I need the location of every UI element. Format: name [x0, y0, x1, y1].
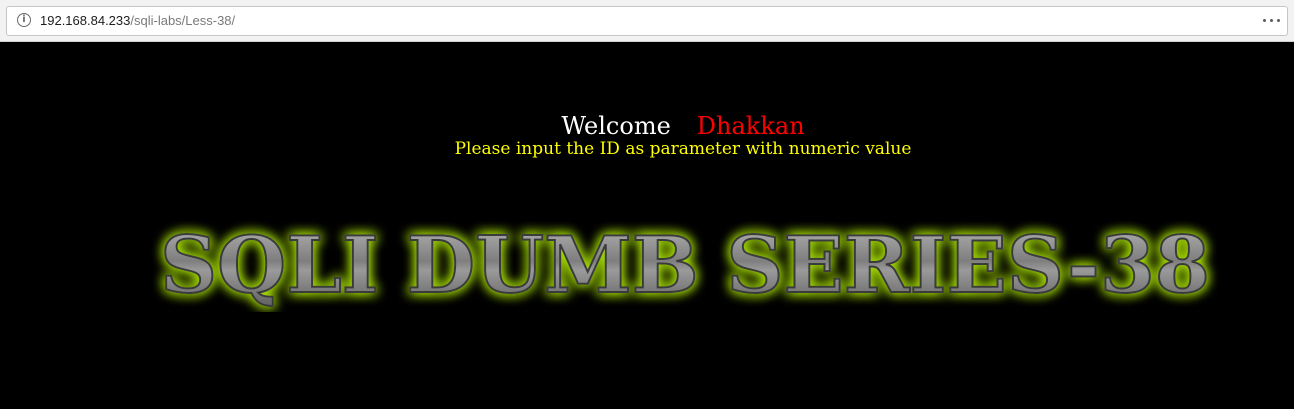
banner-title: SQLI DUMB SERIES-38 [160, 220, 1210, 311]
instruction-text: Please input the ID as parameter with nu… [454, 139, 912, 159]
url-path: /sqli-labs/Less-38/ [130, 13, 236, 28]
address-bar[interactable]: i 192.168.84.233/sqli-labs/Less-38/ [6, 6, 1288, 36]
banner-image: SQLI DUMB SERIES-38 [159, 219, 1211, 312]
page-content: Welcome Dhakkan Please input the ID as pa… [0, 42, 1294, 409]
welcome-name: Dhakkan [696, 112, 805, 140]
welcome-word: Welcome [561, 112, 671, 140]
welcome-line: Welcome Dhakkan [0, 112, 1294, 140]
more-horizontal-icon[interactable] [1263, 19, 1281, 23]
browser-toolbar: i 192.168.84.233/sqli-labs/Less-38/ [0, 0, 1294, 42]
info-circle-icon[interactable]: i [17, 13, 31, 27]
url-text[interactable]: 192.168.84.233/sqli-labs/Less-38/ [40, 13, 235, 29]
url-host: 192.168.84.233 [40, 13, 131, 28]
